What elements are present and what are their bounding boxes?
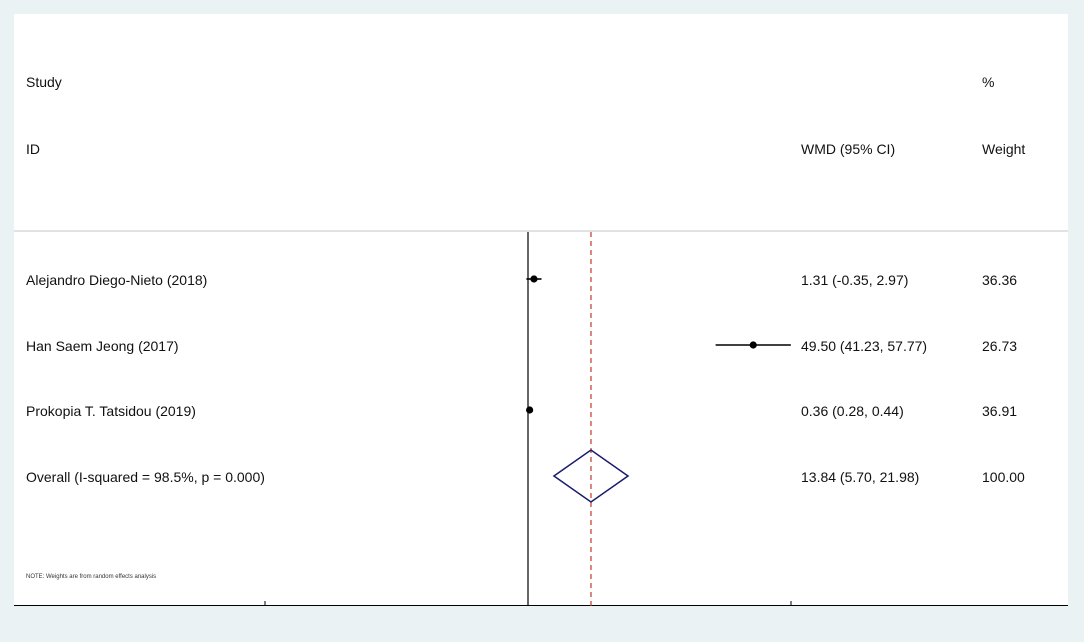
forest-plot-panel: Study ID WMD (95% CI) % Weight Alejandro… bbox=[14, 14, 1068, 606]
forest-plot-graphic: -57.8057.8 bbox=[14, 230, 1068, 606]
study-point-estimate bbox=[749, 341, 757, 349]
study-point-estimate bbox=[526, 406, 534, 414]
study-point-estimate bbox=[530, 275, 538, 283]
